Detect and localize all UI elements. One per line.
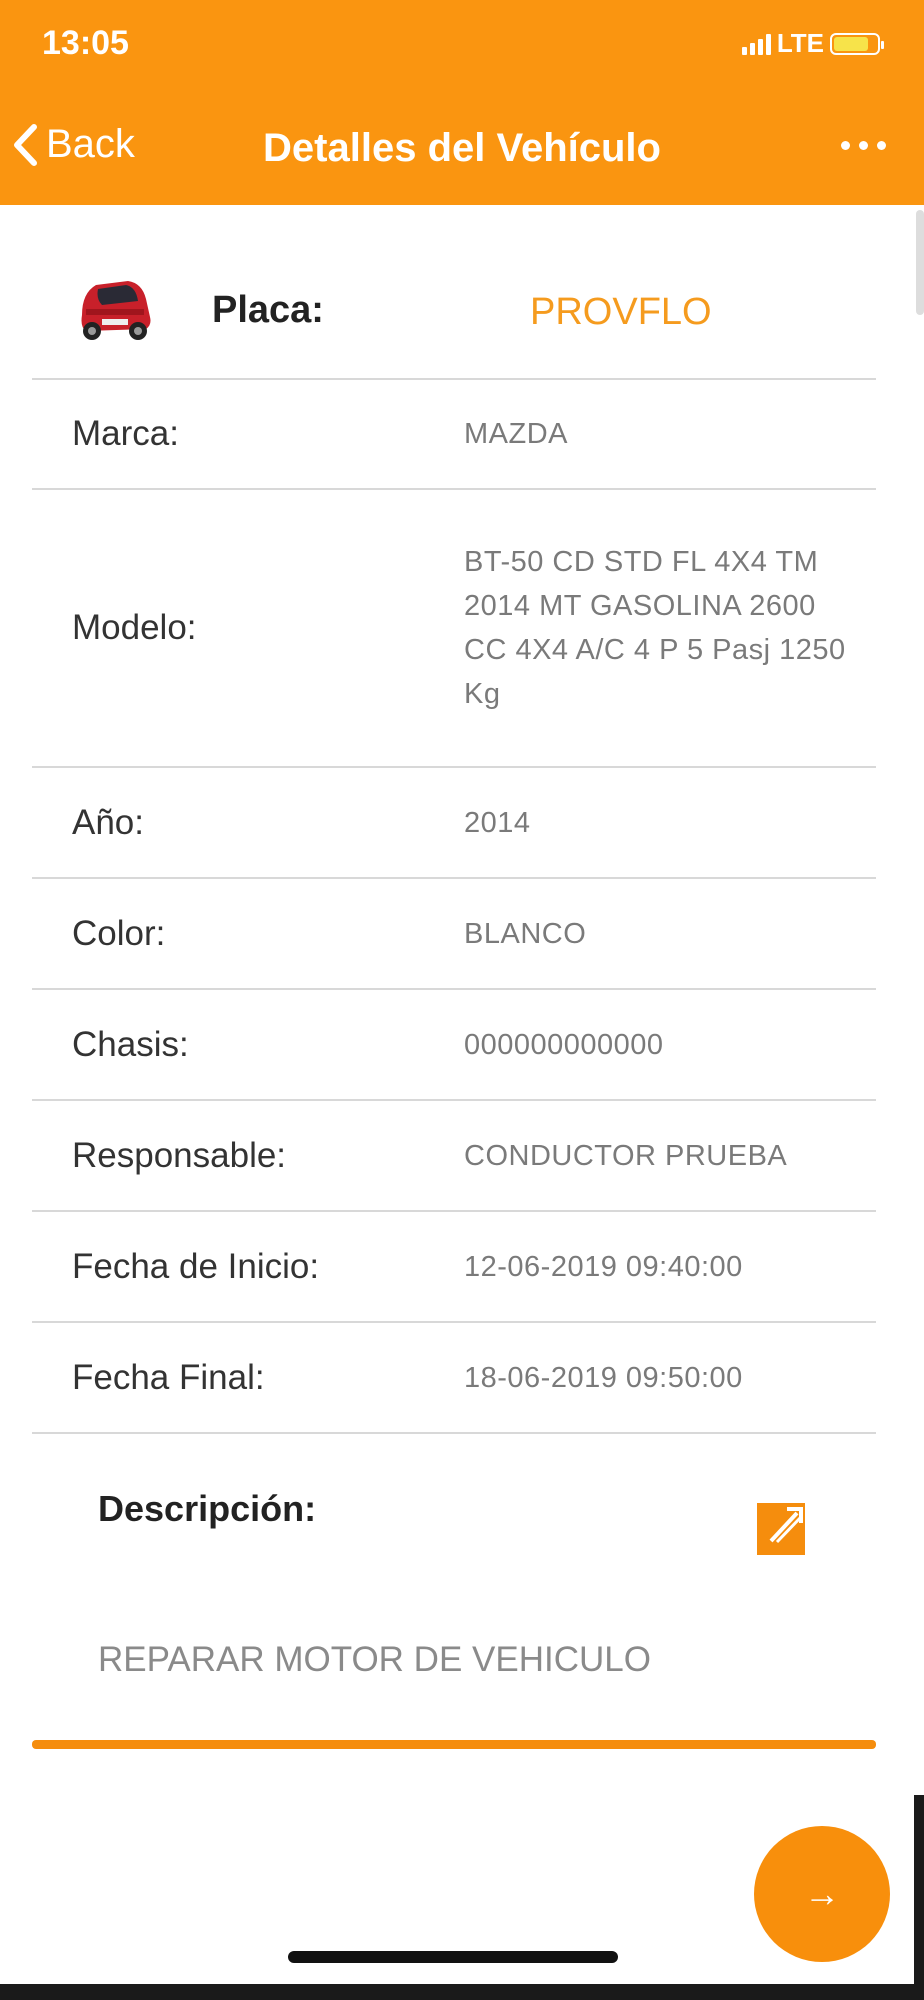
- device-bottom-edge: [0, 1984, 924, 2000]
- field-value: CONDUCTOR PRUEBA: [464, 1139, 788, 1172]
- field-label: Marca:: [72, 414, 179, 453]
- field-label: Modelo:: [72, 608, 197, 647]
- scrollbar[interactable]: [916, 210, 924, 315]
- placa-row: Placa: PROVFLO: [32, 205, 876, 380]
- status-time: 13:05: [42, 24, 129, 62]
- next-button[interactable]: →: [754, 1826, 890, 1962]
- field-row-marca: Marca: MAZDA: [32, 380, 876, 490]
- field-row-chasis: Chasis: 000000000000: [32, 990, 876, 1101]
- field-value: 000000000000: [464, 1028, 664, 1061]
- field-row-color: Color: BLANCO: [32, 879, 876, 990]
- description-value[interactable]: REPARAR MOTOR DE VEHICULO: [98, 1640, 651, 1680]
- battery-icon: [830, 32, 884, 55]
- field-row-fecha-inicio: Fecha de Inicio: 12-06-2019 09:40:00: [32, 1212, 876, 1323]
- arrow-right-icon: →: [804, 1873, 840, 1914]
- more-options-icon[interactable]: [841, 141, 886, 150]
- field-label: Responsable:: [72, 1135, 287, 1175]
- signal-icon: [741, 33, 771, 55]
- description-label: Descripción:: [98, 1488, 317, 1529]
- field-row-modelo: Modelo: BT-50 CD STD FL 4X4 TM 2014 MT G…: [32, 490, 876, 768]
- field-label: Fecha de Inicio:: [72, 1246, 320, 1286]
- placa-label: Placa:: [212, 289, 324, 331]
- field-value: BT-50 CD STD FL 4X4 TM 2014 MT GASOLINA …: [464, 546, 846, 710]
- field-value: BLANCO: [464, 917, 587, 950]
- car-icon: [81, 281, 151, 340]
- field-label: Color:: [72, 913, 166, 953]
- external-edit-icon: [769, 1507, 803, 1544]
- network-type: LTE: [776, 28, 824, 58]
- device-edge: [914, 1795, 924, 2000]
- placa-value: PROVFLO: [530, 291, 712, 333]
- status-indicators: LTE: [741, 28, 884, 59]
- field-label: Año:: [72, 802, 144, 842]
- field-value: 12-06-2019 09:40:00: [464, 1250, 743, 1283]
- field-value: 2014: [464, 806, 531, 839]
- page-title: Detalles del Vehículo: [263, 126, 661, 170]
- field-label: Chasis:: [72, 1024, 189, 1064]
- edit-icon[interactable]: [757, 1503, 805, 1555]
- header: 13:05 LTE Back Detalles del Vehículo: [0, 0, 924, 205]
- field-label: Fecha Final:: [72, 1357, 265, 1397]
- field-row-fecha-final: Fecha Final: 18-06-2019 09:50:00: [32, 1323, 876, 1434]
- description-underline: [32, 1740, 876, 1749]
- field-row-responsable: Responsable: CONDUCTOR PRUEBA: [32, 1101, 876, 1212]
- field-row-ano: Año: 2014: [32, 768, 876, 879]
- field-value: MAZDA: [464, 418, 568, 450]
- home-indicator: [288, 1951, 618, 1963]
- field-value: 18-06-2019 09:50:00: [464, 1361, 743, 1394]
